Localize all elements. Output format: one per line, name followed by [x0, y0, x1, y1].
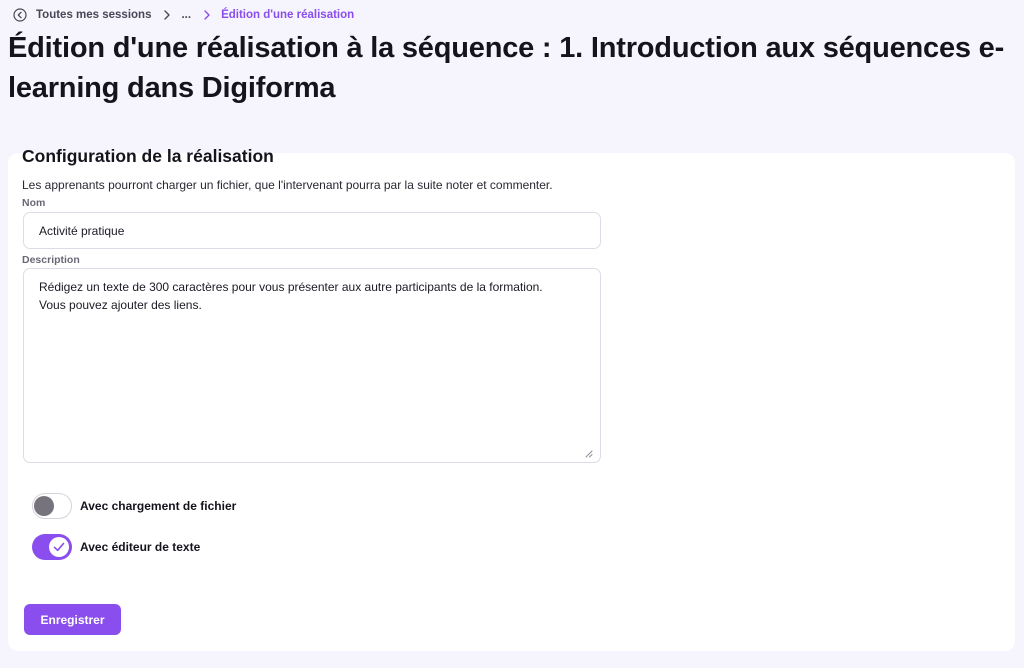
name-label: Nom: [22, 197, 46, 209]
text-editor-toggle[interactable]: [32, 534, 72, 560]
text-editor-toggle-label: Avec éditeur de texte: [80, 540, 201, 554]
file-upload-toggle[interactable]: [32, 493, 72, 519]
name-input[interactable]: [23, 212, 601, 249]
chevron-right-icon: [163, 10, 171, 20]
page-title: Édition d'une réalisation à la séquence …: [8, 32, 1005, 104]
breadcrumb-item-current: Édition d'une réalisation: [221, 9, 355, 21]
back-circle-icon[interactable]: [12, 8, 27, 23]
section-description: Les apprenants pourront charger un fichi…: [22, 178, 553, 192]
breadcrumb-item-sessions[interactable]: Toutes mes sessions: [36, 9, 151, 21]
toggle-row-text-editor: Avec éditeur de texte: [32, 534, 200, 560]
toggle-knob: [49, 537, 69, 557]
resize-handle-icon[interactable]: [583, 445, 593, 458]
breadcrumb-item-ellipsis[interactable]: ...: [181, 9, 191, 21]
toggle-row-file-upload: Avec chargement de fichier: [32, 493, 236, 519]
breadcrumb: Toutes mes sessions ... Édition d'une ré…: [12, 6, 354, 24]
section-title: Configuration de la réalisation: [22, 146, 274, 166]
check-icon: [53, 542, 65, 552]
save-button[interactable]: Enregistrer: [24, 604, 121, 635]
toggle-knob: [34, 496, 54, 516]
file-upload-toggle-label: Avec chargement de fichier: [80, 499, 237, 513]
description-textarea[interactable]: [23, 268, 601, 463]
chevron-right-icon: [203, 10, 211, 20]
description-label: Description: [22, 254, 80, 266]
